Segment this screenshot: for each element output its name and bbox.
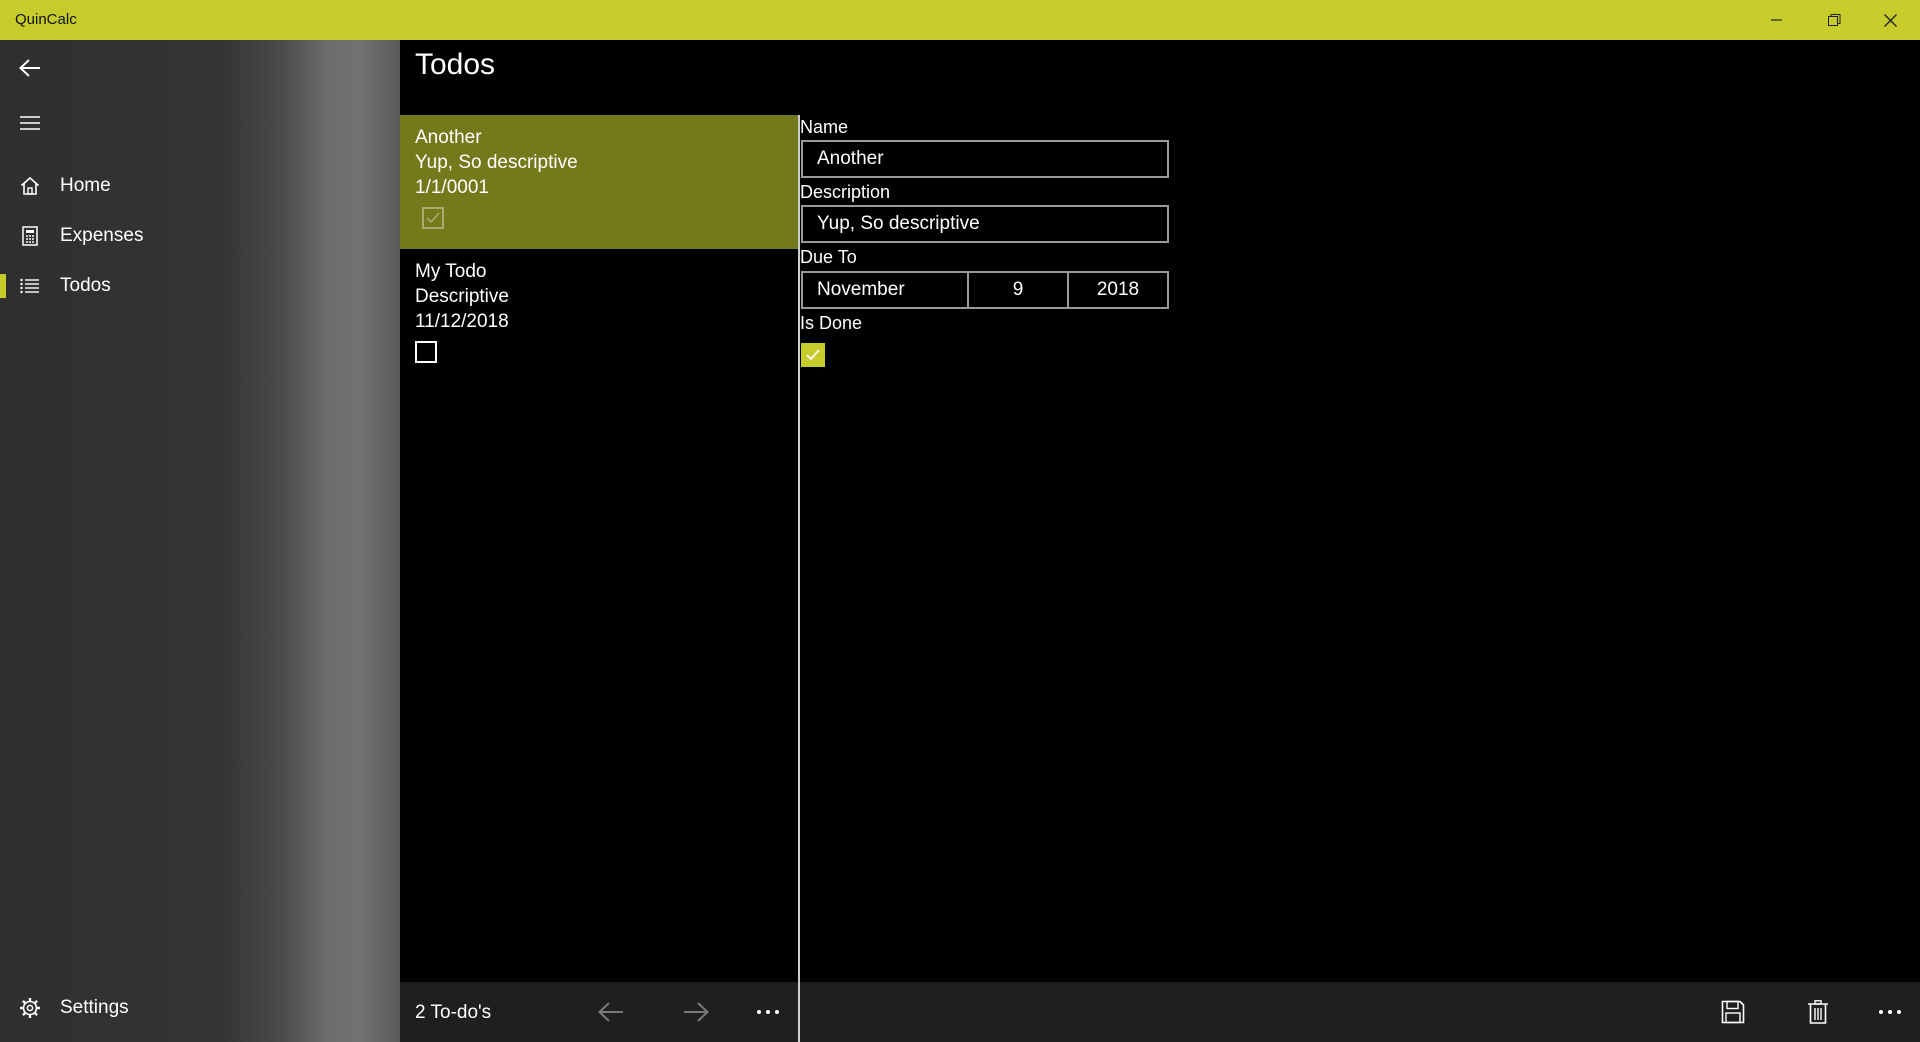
todo-done-checkbox[interactable]: [415, 341, 437, 363]
description-label: Description: [800, 182, 891, 202]
nav-item-label: Home: [60, 175, 111, 196]
detail-more-button[interactable]: [1860, 982, 1920, 1042]
nav-item-label: Expenses: [60, 225, 144, 246]
content-area: Todos Another Yup, So descriptive 1/1/00…: [400, 40, 1920, 1042]
hamburger-icon: [20, 116, 40, 130]
close-button[interactable]: [1862, 0, 1918, 40]
name-label: Name: [800, 117, 849, 137]
next-button[interactable]: [666, 982, 726, 1042]
checkmark-icon: [806, 349, 820, 361]
selection-indicator: [0, 274, 6, 298]
due-month-picker[interactable]: November: [801, 271, 969, 309]
todo-list-item[interactable]: My Todo Descriptive 11/12/2018: [400, 249, 798, 383]
todo-list: Another Yup, So descriptive 1/1/0001 My …: [400, 115, 798, 1042]
todo-name: My Todo: [415, 261, 487, 282]
todo-date: 1/1/0001: [415, 177, 489, 198]
close-icon: [1883, 13, 1897, 27]
next-arrow-icon: [684, 1002, 709, 1022]
is-done-checkbox[interactable]: [801, 343, 825, 367]
title-bar: QuinCalc: [0, 0, 1920, 40]
due-day-value: 9: [1012, 279, 1024, 300]
todo-list-item[interactable]: Another Yup, So descriptive 1/1/0001: [400, 115, 798, 249]
navigation-pane: Home Expenses Todos Settings: [0, 40, 400, 1042]
due-year-picker[interactable]: 2018: [1067, 271, 1169, 309]
previous-button[interactable]: [581, 982, 641, 1042]
todo-description: Descriptive: [415, 286, 509, 307]
prev-arrow-icon: [598, 1002, 623, 1022]
nav-item-home[interactable]: Home: [0, 163, 400, 209]
is-done-label: Is Done: [800, 313, 863, 333]
checkmark-icon: [426, 212, 440, 224]
restore-button[interactable]: [1806, 0, 1862, 40]
todo-done-checkbox[interactable]: [422, 207, 444, 229]
restore-icon: [1827, 13, 1840, 26]
delete-icon: [1808, 1000, 1828, 1024]
todo-description: Yup, So descriptive: [415, 152, 578, 173]
hamburger-menu-button[interactable]: [10, 103, 50, 143]
nav-item-expenses[interactable]: Expenses: [0, 213, 400, 259]
todo-count: 2 To-do's: [415, 1002, 492, 1023]
more-icon: [757, 1010, 779, 1014]
due-month-value: November: [817, 279, 905, 300]
list-more-button[interactable]: [738, 982, 798, 1042]
more-icon: [1879, 1010, 1901, 1014]
home-icon: [0, 176, 60, 196]
save-button[interactable]: [1703, 982, 1763, 1042]
delete-button[interactable]: [1788, 982, 1848, 1042]
description-input[interactable]: [801, 205, 1169, 243]
nav-item-label: Todos: [60, 275, 111, 296]
gear-icon: [0, 997, 60, 1019]
back-arrow-icon: [19, 59, 40, 77]
minimize-button[interactable]: [1749, 0, 1805, 40]
due-day-picker[interactable]: 9: [967, 271, 1069, 309]
name-input[interactable]: [801, 140, 1169, 178]
nav-item-settings[interactable]: Settings: [0, 985, 400, 1031]
app-title: QuinCalc: [15, 11, 77, 28]
list-command-bar: 2 To-do's: [400, 982, 798, 1042]
nav-item-todos[interactable]: Todos: [0, 263, 400, 309]
detail-command-bar: [800, 982, 1920, 1042]
back-button[interactable]: [10, 48, 50, 88]
page-title: Todos: [415, 48, 496, 81]
minimize-icon: [1771, 19, 1782, 21]
todo-name: Another: [415, 127, 482, 148]
nav-item-label: Settings: [60, 997, 129, 1018]
due-year-value: 2018: [1096, 279, 1140, 300]
calculator-icon: [0, 226, 60, 246]
due-date-label: Due To: [800, 247, 857, 267]
list-icon: [0, 278, 60, 294]
todo-date: 11/12/2018: [415, 311, 509, 332]
save-icon: [1721, 1000, 1745, 1024]
